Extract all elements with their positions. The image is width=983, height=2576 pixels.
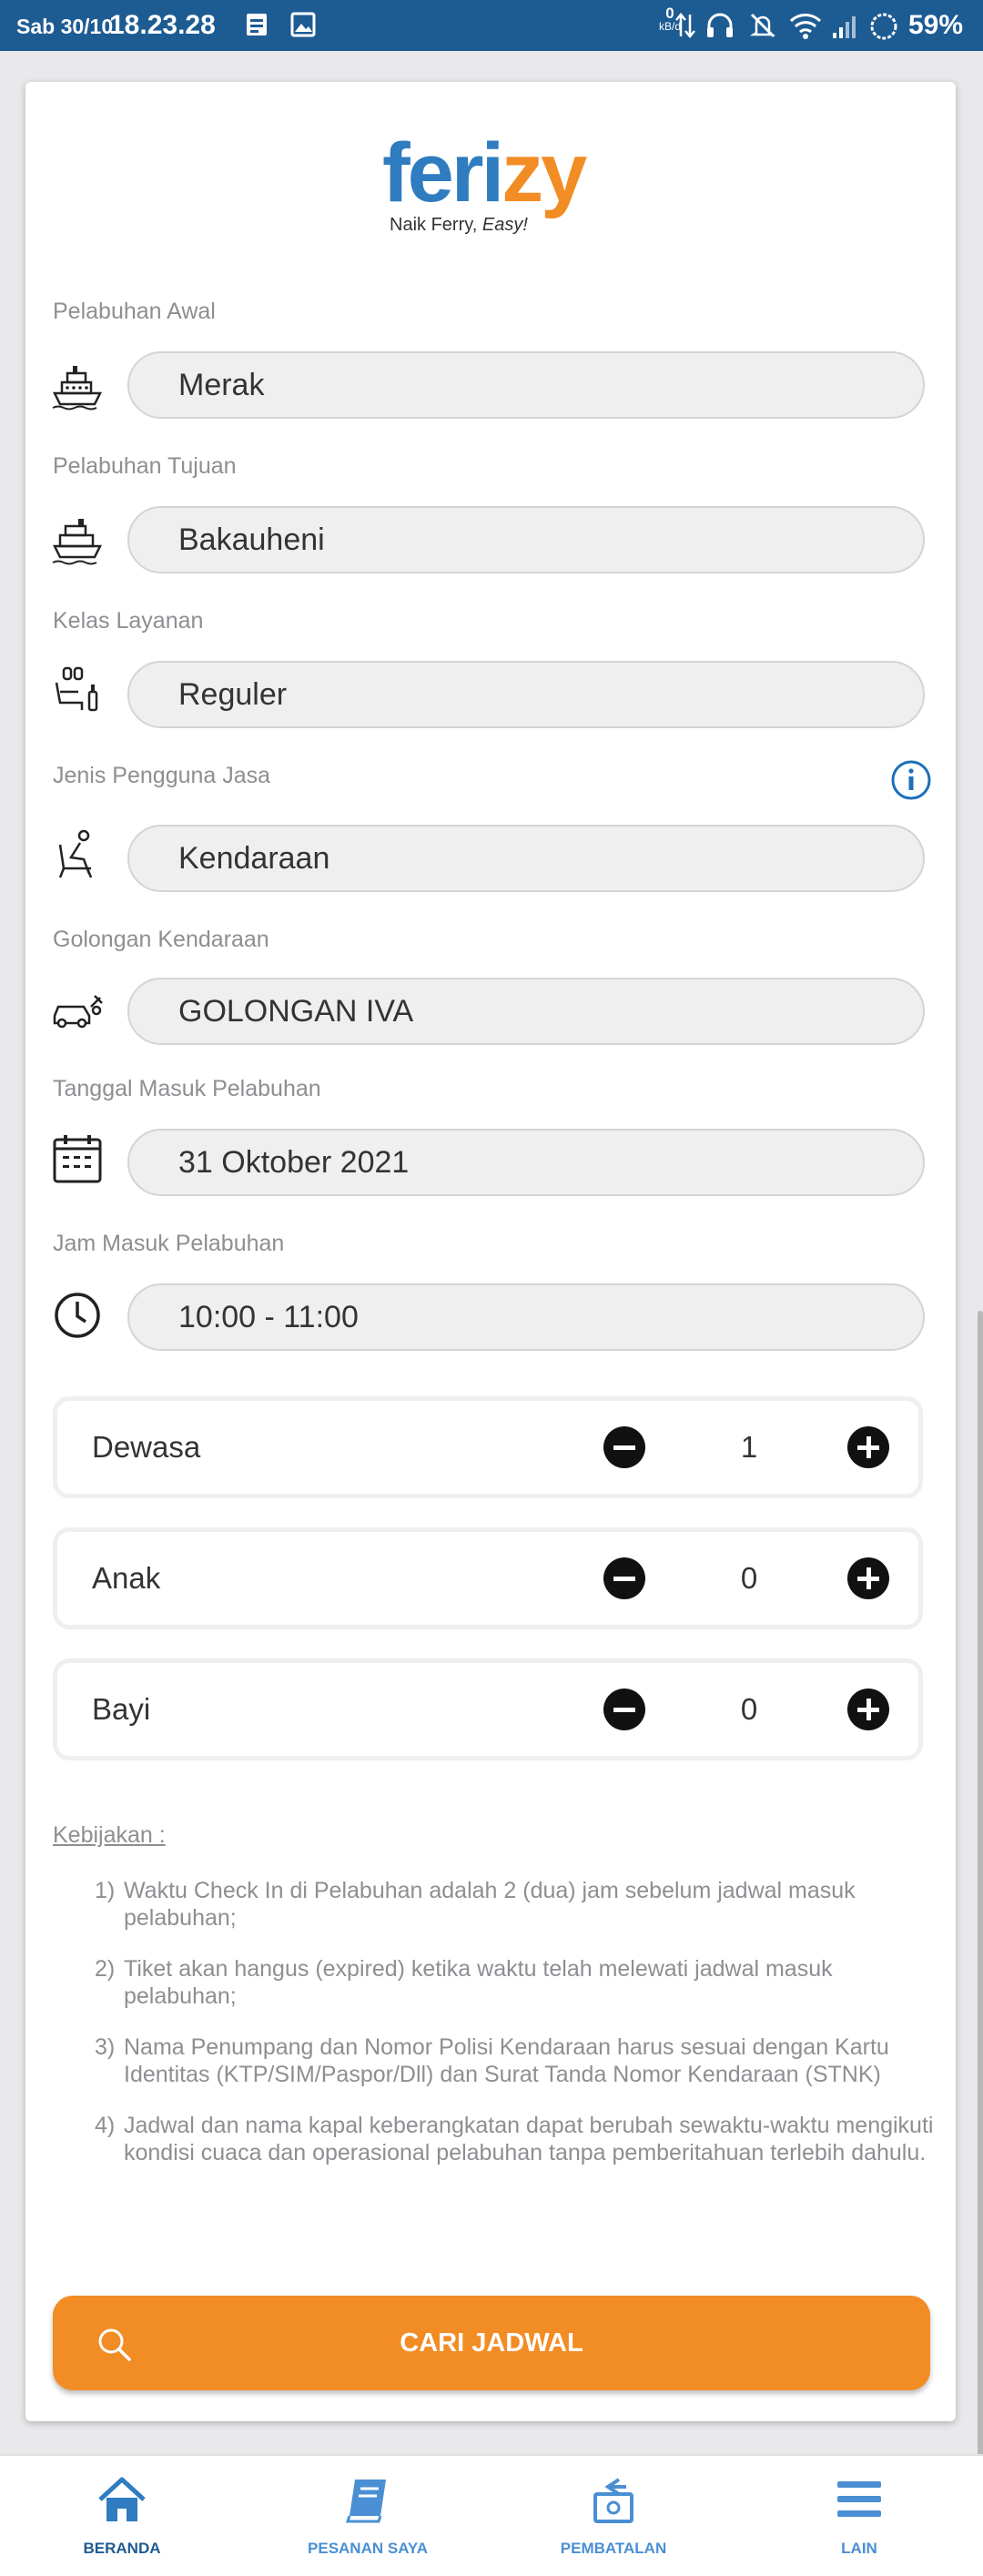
nav-item-orders[interactable]: PESANAN SAYA	[277, 2456, 459, 2576]
user-type-field[interactable]: Kendaraan	[127, 825, 925, 892]
headphones-icon	[707, 13, 733, 37]
vehicle-class-label: Golongan Kendaraan	[53, 927, 269, 952]
book-icon	[345, 2480, 386, 2523]
decrement-adult-button[interactable]	[603, 1426, 645, 1468]
data-transfer-icon	[675, 13, 695, 38]
nav-label: LAIN	[841, 2540, 877, 2557]
policy-item: 2) Tiket akan hangus (expired) ketika wak…	[95, 1956, 833, 2009]
refund-icon	[593, 2478, 633, 2523]
image-icon	[290, 12, 316, 37]
service-class-label: Kelas Layanan	[53, 608, 204, 634]
status-date: Sab 30/10	[16, 15, 114, 38]
nav-label: PEMBATALAN	[560, 2540, 667, 2557]
decrement-infant-button[interactable]	[603, 1689, 645, 1730]
counter-label: Anak	[92, 1561, 161, 1595]
signal-icon	[833, 16, 856, 38]
counter-value: 0	[740, 1561, 758, 1595]
passenger-seat-icon	[58, 829, 93, 878]
mute-icon	[749, 13, 776, 38]
port-entry-time-label: Jam Masuk Pelabuhan	[53, 1231, 285, 1256]
nav-item-cancellation[interactable]: PEMBATALAN	[522, 2456, 704, 2576]
clock-icon	[55, 1293, 100, 1338]
service-class-field[interactable]: Reguler	[127, 661, 925, 728]
counter-label: Bayi	[92, 1692, 151, 1726]
menu-icon	[837, 2481, 881, 2517]
increment-adult-button[interactable]	[847, 1426, 889, 1468]
counter-label: Dewasa	[92, 1430, 201, 1464]
port-entry-date-field[interactable]: 31 Oktober 2021	[127, 1129, 925, 1196]
port-entry-date-label: Tanggal Masuk Pelabuhan	[53, 1076, 321, 1101]
ship-icon	[52, 366, 103, 411]
decrement-child-button[interactable]	[603, 1557, 645, 1599]
calendar-icon	[53, 1135, 102, 1183]
port-entry-time-field[interactable]: 10:00 - 11:00	[127, 1283, 925, 1351]
nav-label: BERANDA	[83, 2540, 161, 2557]
policy-title: Kebijakan :	[53, 1822, 166, 1848]
vehicle-icon	[53, 995, 103, 1029]
bottom-navigation: BERANDA PESANAN SAYA PEMBATALAN LAIN	[0, 2454, 983, 2576]
status-bar: Sab 30/10 18.23.28 0 kB/d 59%	[0, 0, 983, 51]
passenger-counter-adult: Dewasa 1	[53, 1396, 923, 1498]
wifi-icon	[789, 14, 822, 39]
origin-port-label: Pelabuhan Awal	[53, 299, 216, 324]
battery-percent: 59%	[907, 10, 963, 40]
policy-item: 4) Jadwal dan nama kapal keberangkatan da…	[95, 2113, 934, 2165]
increment-infant-button[interactable]	[847, 1689, 889, 1730]
ship-icon	[52, 519, 103, 565]
policy-item: 3) Nama Penumpang dan Nomor Polisi Kendar…	[95, 2034, 889, 2087]
vehicle-class-field[interactable]: GOLONGAN IVA	[127, 978, 925, 1045]
notes-icon	[247, 14, 267, 35]
info-icon[interactable]	[890, 759, 932, 801]
search-schedule-button[interactable]: CARI JADWAL	[53, 2296, 930, 2390]
home-icon	[98, 2477, 146, 2521]
destination-port-field[interactable]: Bakauheni	[127, 506, 925, 573]
status-time: 18.23.28	[109, 10, 216, 40]
seat-class-icon	[55, 666, 98, 712]
counter-value: 1	[740, 1430, 758, 1464]
logo-tagline: Naik Ferry, Easy!	[390, 215, 528, 235]
booking-form-card: ferizy Naik Ferry, Easy! Pelabuhan Awal …	[25, 82, 956, 2421]
battery-icon	[870, 13, 897, 40]
nav-item-more[interactable]: LAIN	[768, 2456, 950, 2576]
scrollbar[interactable]	[978, 1311, 983, 2458]
user-type-label: Jenis Pengguna Jasa	[53, 763, 271, 788]
origin-port-field[interactable]: Merak	[127, 351, 925, 419]
nav-item-home[interactable]: BERANDA	[31, 2456, 213, 2576]
increment-child-button[interactable]	[847, 1557, 889, 1599]
destination-port-label: Pelabuhan Tujuan	[53, 453, 237, 479]
counter-value: 0	[740, 1692, 758, 1726]
passenger-counter-infant: Bayi 0	[53, 1658, 923, 1760]
passenger-counter-child: Anak 0	[53, 1527, 923, 1629]
policy-list: 1) Waktu Check In di Pelabuhan adalah 2 (…	[95, 1877, 941, 2190]
search-button-label: CARI JADWAL	[400, 2328, 583, 2358]
policy-item: 1) Waktu Check In di Pelabuhan adalah 2 (…	[95, 1878, 856, 1931]
nav-label: PESANAN SAYA	[308, 2540, 428, 2557]
ferizy-logo: ferizy Naik Ferry, Easy!	[382, 127, 587, 235]
